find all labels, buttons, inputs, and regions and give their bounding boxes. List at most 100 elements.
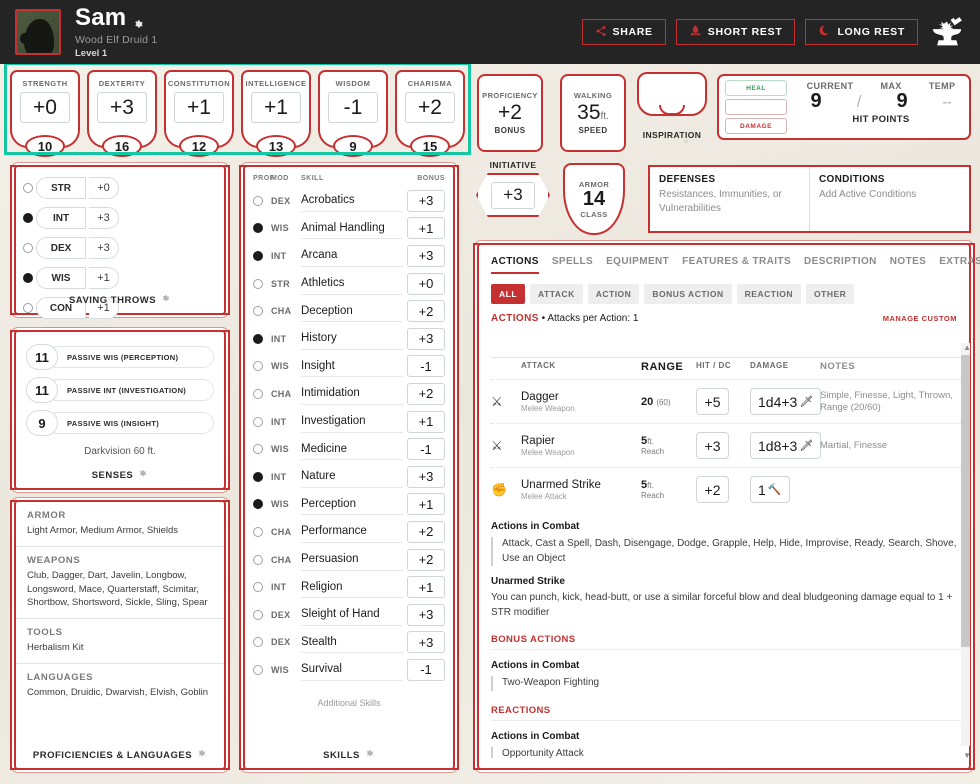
filter-chip-all[interactable]: ALL (491, 284, 526, 304)
ability-modifier[interactable]: +0 (20, 92, 70, 123)
proficiency-bonus[interactable]: PROFICIENCY +2 BONUS (477, 74, 543, 152)
ability-strength[interactable]: STRENGTH +0 10 (10, 70, 80, 157)
proficiency-dot[interactable] (23, 183, 33, 193)
filter-chip-reaction[interactable]: REACTION (736, 284, 802, 304)
tab-equipment[interactable]: EQUIPMENT (606, 256, 669, 274)
proficiency-dot[interactable] (253, 333, 263, 344)
proficiency-dot[interactable] (253, 526, 263, 537)
initiative-box[interactable]: +3 (476, 173, 550, 217)
actions-scrollbar-thumb[interactable] (961, 355, 970, 647)
ability-score[interactable]: 16 (102, 135, 142, 157)
skill-bonus-cell[interactable]: +3 (403, 603, 445, 626)
skill-bonus-cell[interactable]: -1 (403, 658, 445, 681)
ability-score[interactable]: 12 (179, 135, 219, 157)
hp-max-value[interactable]: 9 (897, 90, 908, 113)
skill-bonus-cell[interactable]: -1 (403, 438, 445, 461)
ability-charisma[interactable]: CHARISMA +2 15 (395, 70, 465, 157)
filter-chip-action[interactable]: ACTION (587, 284, 640, 304)
attack-damage-cell[interactable]: 1d8+3 🗡 (750, 432, 822, 460)
defenses-section[interactable]: DEFENSES Resistances, Immunities, or Vul… (650, 167, 809, 231)
attack-hit-cell[interactable]: +3 (696, 432, 750, 460)
skill-row[interactable]: INT Religion +1 (245, 573, 453, 601)
gear-icon[interactable] (161, 294, 171, 307)
gear-icon[interactable] (365, 749, 375, 762)
saving-throw-dex[interactable]: DEX +3 (23, 236, 119, 260)
skill-bonus-cell[interactable]: +3 (403, 189, 445, 212)
skill-bonus-cell[interactable]: +1 (403, 576, 445, 599)
skill-row[interactable]: INT History +3 (245, 325, 453, 353)
skill-row[interactable]: DEX Acrobatics +3 (245, 187, 453, 215)
anvil-icon[interactable] (928, 16, 966, 48)
proficiency-dot[interactable] (253, 195, 263, 206)
skill-bonus-cell[interactable]: +2 (403, 520, 445, 543)
skill-row[interactable]: WIS Medicine -1 (245, 435, 453, 463)
filter-chip-attack[interactable]: ATTACK (530, 284, 583, 304)
proficiency-dot[interactable] (253, 582, 263, 593)
additional-skills-link[interactable]: Additional Skills (245, 698, 453, 708)
skill-bonus-cell[interactable]: -1 (403, 355, 445, 378)
skill-row[interactable]: CHA Performance +2 (245, 518, 453, 546)
skill-bonus-cell[interactable]: +1 (403, 410, 445, 433)
walking-speed[interactable]: WALKING 35ft. SPEED (560, 74, 626, 152)
skill-bonus-cell[interactable]: +0 (403, 272, 445, 295)
attack-row-dagger[interactable]: ⚔ Dagger Melee Weapon 20 (60) +5 1d4+3 🗡 … (491, 379, 961, 423)
inspiration-box[interactable] (637, 72, 707, 116)
gear-icon[interactable] (133, 12, 145, 28)
saving-throw-str[interactable]: STR +0 (23, 176, 119, 200)
skill-row[interactable]: CHA Intimidation +2 (245, 380, 453, 408)
ability-modifier[interactable]: +1 (174, 92, 224, 123)
saving-throw-wis[interactable]: WIS +1 (23, 266, 119, 290)
tab-extras[interactable]: EXTRAS (939, 256, 980, 274)
filter-chip-other[interactable]: OTHER (806, 284, 855, 304)
ability-score[interactable]: 13 (256, 135, 296, 157)
ability-intelligence[interactable]: INTELLIGENCE +1 13 (241, 70, 311, 157)
proficiency-dot[interactable] (23, 273, 33, 283)
skill-bonus-cell[interactable]: +3 (403, 327, 445, 350)
attack-damage-cell[interactable]: 1 🔨 (750, 476, 820, 504)
attack-hit-cell[interactable]: +5 (696, 388, 750, 416)
gear-icon[interactable] (197, 749, 207, 762)
proficiency-dot[interactable] (253, 361, 263, 372)
ability-wisdom[interactable]: WISDOM -1 9 (318, 70, 388, 157)
ability-score[interactable]: 10 (25, 135, 65, 157)
skill-bonus-cell[interactable]: +2 (403, 382, 445, 405)
skill-row[interactable]: WIS Animal Handling +1 (245, 215, 453, 243)
proficiency-dot[interactable] (253, 554, 263, 565)
skill-bonus-cell[interactable]: +1 (403, 493, 445, 516)
proficiency-dot[interactable] (23, 243, 33, 253)
saving-throw-int[interactable]: INT +3 (23, 206, 119, 230)
skill-row[interactable]: DEX Stealth +3 (245, 629, 453, 657)
share-button[interactable]: SHARE (581, 19, 666, 45)
tab-spells[interactable]: SPELLS (552, 256, 593, 274)
attack-row-unarmed-strike[interactable]: ✊ Unarmed Strike Melee Attack 5ft. Reach… (491, 467, 961, 511)
proficiency-dot[interactable] (253, 471, 263, 482)
ability-modifier[interactable]: -1 (328, 92, 378, 123)
proficiency-dot[interactable] (253, 250, 263, 261)
proficiency-dot[interactable] (253, 499, 263, 510)
proficiency-dot[interactable] (253, 664, 263, 675)
skill-row[interactable]: STR Athletics +0 (245, 270, 453, 298)
ability-modifier[interactable]: +1 (251, 92, 301, 123)
skill-row[interactable]: WIS Survival -1 (245, 656, 453, 684)
proficiency-dot[interactable] (253, 388, 263, 399)
ability-constitution[interactable]: CONSTITUTION +1 12 (164, 70, 234, 157)
skill-bonus-cell[interactable]: +3 (403, 244, 445, 267)
skill-row[interactable]: WIS Insight -1 (245, 353, 453, 381)
proficiency-dot[interactable] (253, 416, 263, 427)
proficiency-dot[interactable] (253, 306, 263, 317)
skill-bonus-cell[interactable]: +3 (403, 465, 445, 488)
proficiency-dot[interactable] (253, 278, 263, 289)
hp-current-value[interactable]: 9 (811, 90, 822, 113)
damage-button[interactable]: DAMAGE (725, 118, 787, 134)
attack-damage-cell[interactable]: 1d4+3 🗡 (750, 388, 822, 416)
tab-features-traits[interactable]: FEATURES & TRAITS (682, 256, 791, 274)
skill-bonus-cell[interactable]: +2 (403, 300, 445, 323)
attack-row-rapier[interactable]: ⚔ Rapier Melee Weapon 5ft. Reach +3 1d8+… (491, 423, 961, 467)
skill-bonus-cell[interactable]: +2 (403, 548, 445, 571)
attack-hit-cell[interactable]: +2 (696, 476, 750, 504)
skill-row[interactable]: WIS Perception +1 (245, 491, 453, 519)
skill-row[interactable]: INT Arcana +3 (245, 242, 453, 270)
heal-button[interactable]: HEAL (725, 80, 787, 96)
ability-dexterity[interactable]: DEXTERITY +3 16 (87, 70, 157, 157)
sense-passive-investigation[interactable]: 11 PASSIVE INT (INVESTIGATION) (26, 377, 214, 403)
